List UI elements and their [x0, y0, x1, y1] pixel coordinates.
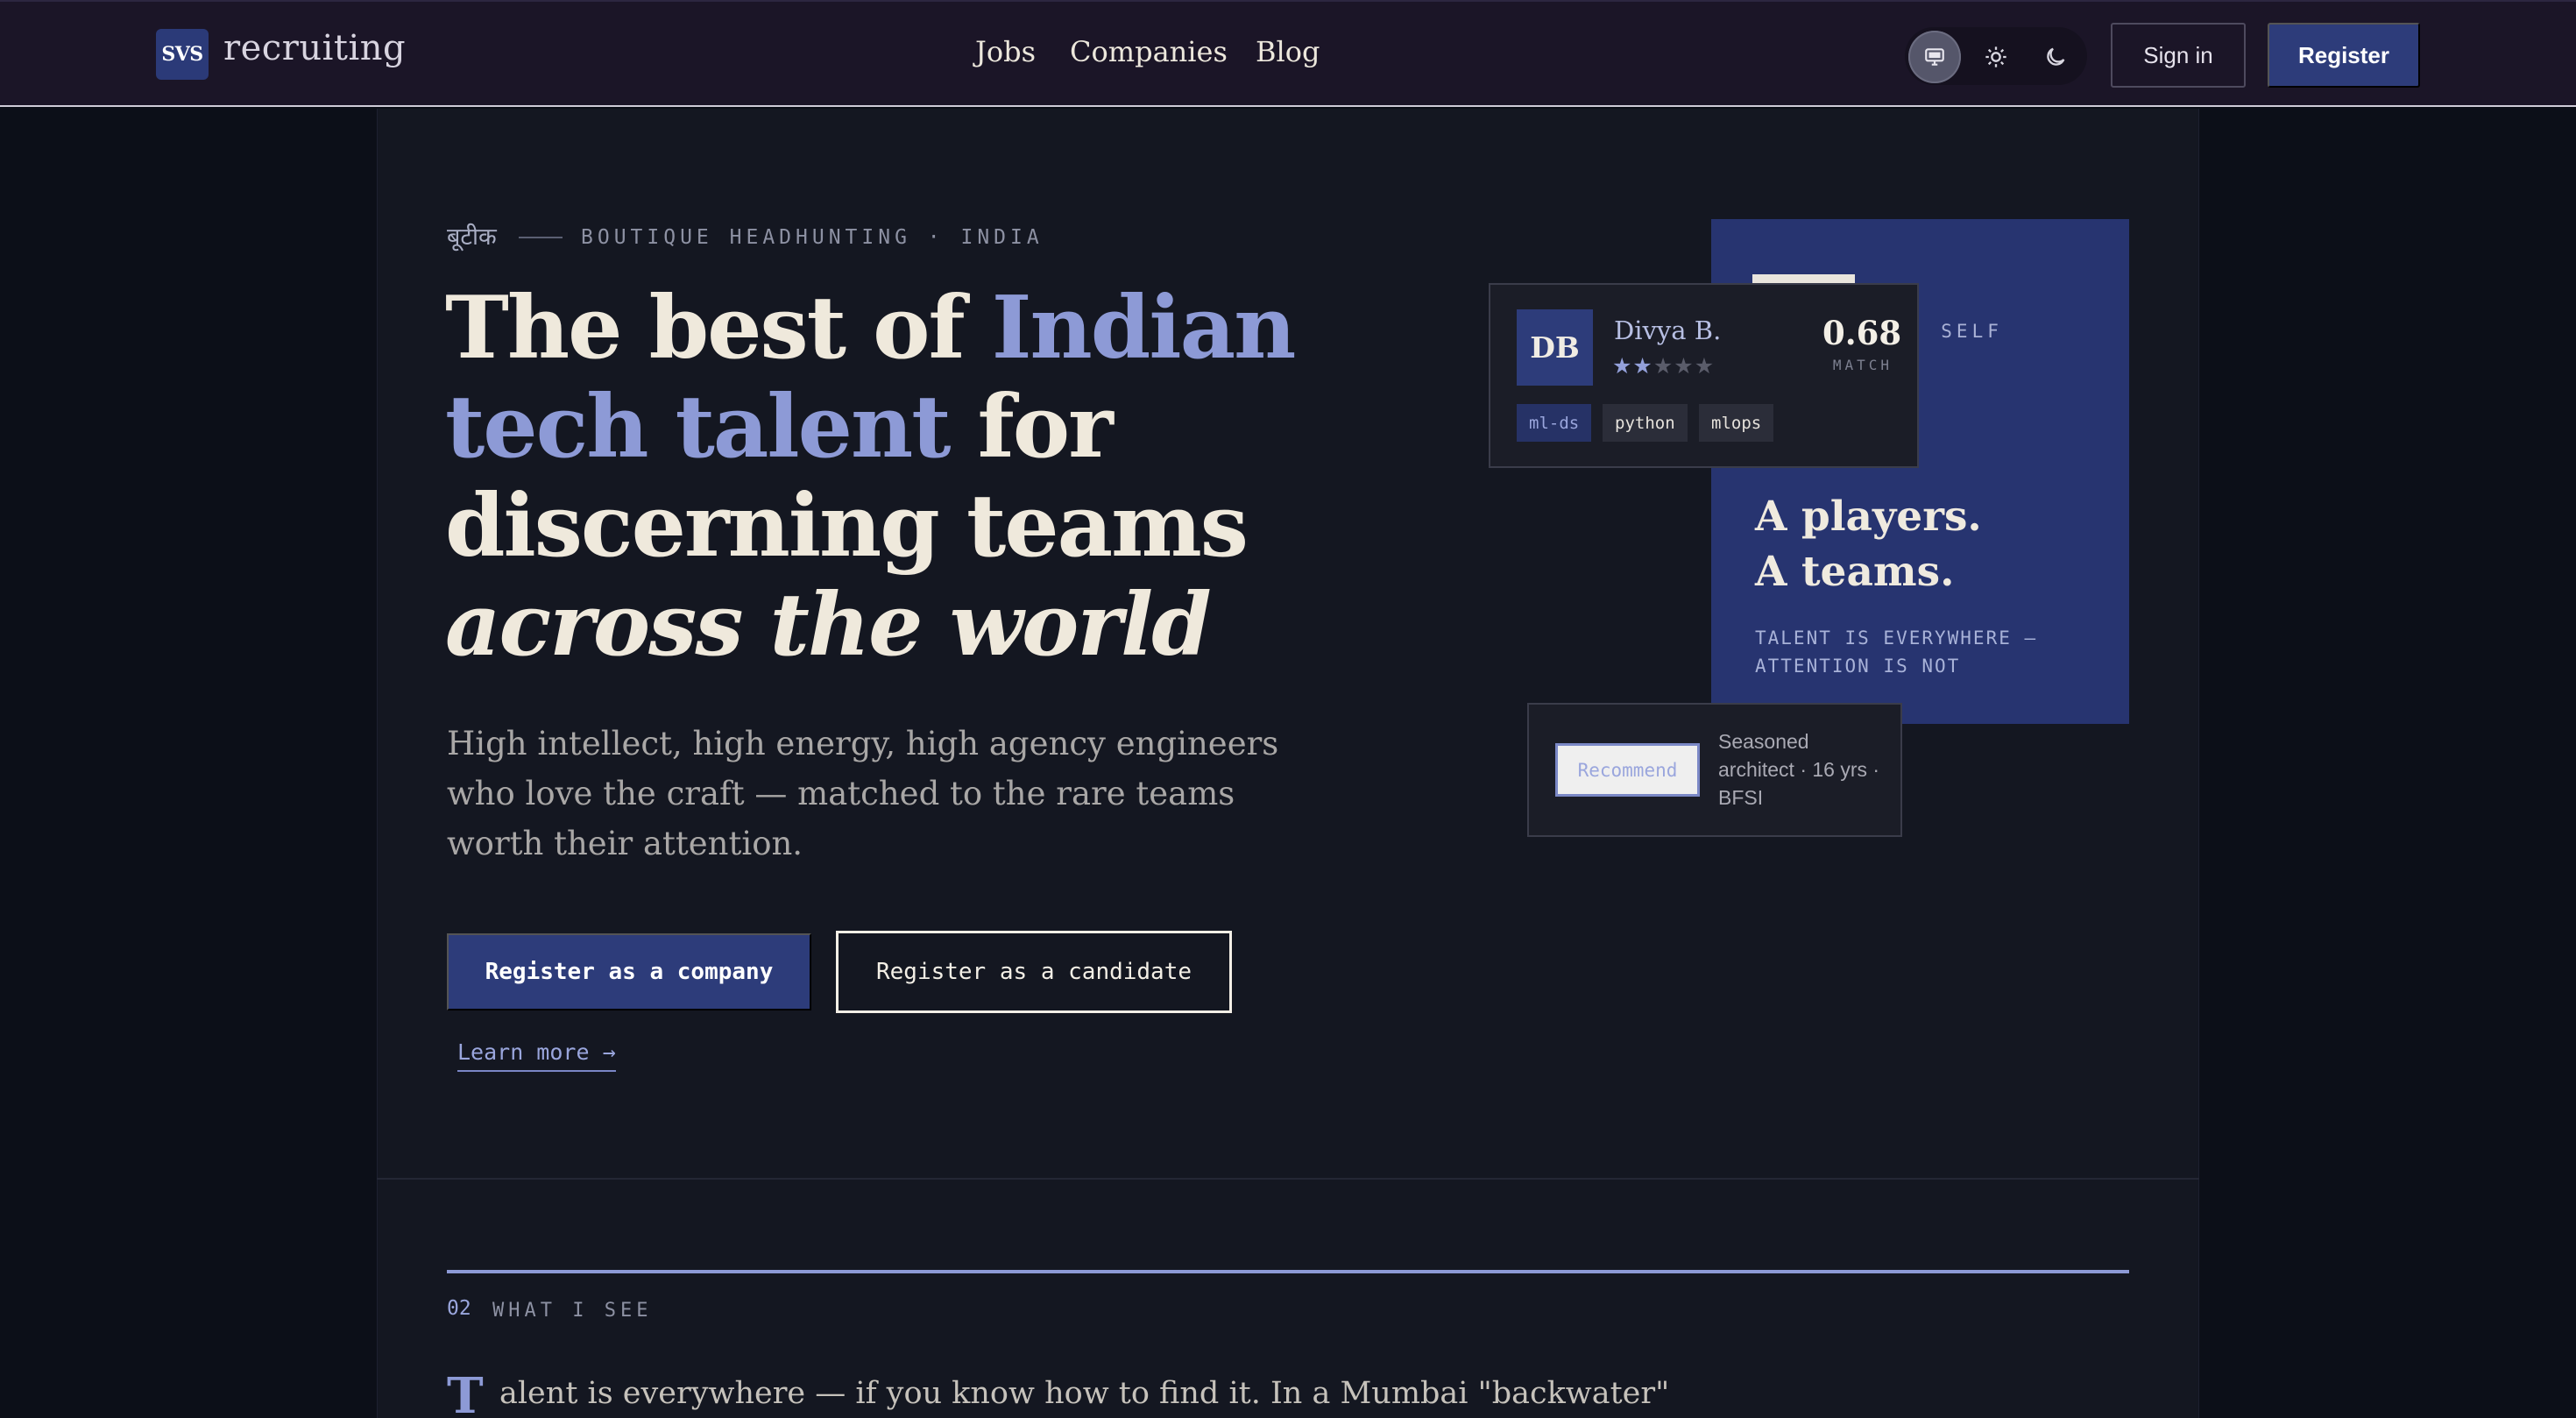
panel-heading-line2: A teams. [1755, 548, 1955, 596]
moon-icon [2047, 47, 2065, 66]
panel-heading-line1: A players. [1755, 493, 1982, 541]
dropcap: T [447, 1367, 484, 1418]
section-label: WHAT I SEE [492, 1300, 653, 1322]
theme-system-button[interactable] [1908, 31, 1961, 83]
logo-text[interactable]: recruiting [223, 28, 406, 68]
sign-in-button[interactable]: Sign in [2111, 23, 2246, 88]
skill-tag: python [1603, 404, 1688, 442]
theme-dark-button[interactable] [2029, 31, 2082, 83]
section-body: alent is everywhere — if you know how to… [499, 1376, 1670, 1411]
theme-light-button[interactable] [1970, 31, 2022, 83]
avatar: DB [1517, 309, 1593, 386]
recommend-description: Seasoned architect · 16 yrs · BFSI [1718, 730, 1880, 809]
sun-icon [1985, 46, 2006, 67]
star-empty-icon: ★ [1694, 353, 1716, 379]
skill-tag: ml-ds [1517, 404, 1592, 442]
register-button[interactable]: Register [2268, 23, 2420, 88]
star-filled-icon: ★ [1632, 353, 1653, 379]
candidate-name: Divya B. [1614, 316, 1722, 345]
recommend-button[interactable]: Recommend [1555, 743, 1700, 797]
nav-companies[interactable]: Companies [1070, 35, 1228, 68]
star-empty-icon: ★ [1652, 353, 1674, 379]
panel-accent-bar [1752, 274, 1855, 283]
register-candidate-button[interactable]: Register as a candidate [836, 931, 1232, 1013]
eyebrow-rule [519, 237, 563, 238]
section-rule [447, 1270, 2129, 1273]
panel-tagline: TALENT IS EVERYWHERE — ATTENTION IS NOT [1755, 627, 2038, 677]
match-score: 0.68 [1822, 314, 1902, 352]
star-rating: ★★★★★ [1612, 353, 1715, 379]
top-navbar: SVS recruiting Jobs Companies Blog Sign … [0, 0, 2576, 107]
match-label: MATCH [1832, 357, 1893, 373]
panel-label: · SELF [1910, 321, 2003, 342]
theme-toggle [1905, 27, 2087, 85]
hero-title-italic: across the world [445, 575, 1212, 676]
logo-mark[interactable]: SVS [156, 29, 209, 80]
panel-heading: A players. A teams. [1755, 489, 2105, 599]
monitor-icon [1925, 48, 1944, 66]
skill-tag: mlops [1699, 404, 1774, 442]
nav-blog[interactable]: Blog [1256, 35, 1320, 68]
section-divider [377, 1178, 2199, 1180]
learn-more-link[interactable]: Learn more → [457, 1039, 616, 1072]
nav-jobs[interactable]: Jobs [975, 35, 1036, 68]
star-filled-icon: ★ [1612, 353, 1633, 379]
hero-subtitle: High intellect, high energy, high agency… [447, 725, 1279, 862]
hero-title-part1: The best of [445, 278, 992, 379]
hero-title: The best of Indian tech talent for disce… [445, 279, 1409, 675]
star-empty-icon: ★ [1674, 353, 1695, 379]
register-company-button[interactable]: Register as a company [447, 933, 811, 1010]
eyebrow-text: BOUTIQUE HEADHUNTING · INDIA [581, 226, 1044, 249]
section-number: 02 [447, 1297, 471, 1320]
eyebrow-hindi: बूटीक [447, 223, 497, 251]
